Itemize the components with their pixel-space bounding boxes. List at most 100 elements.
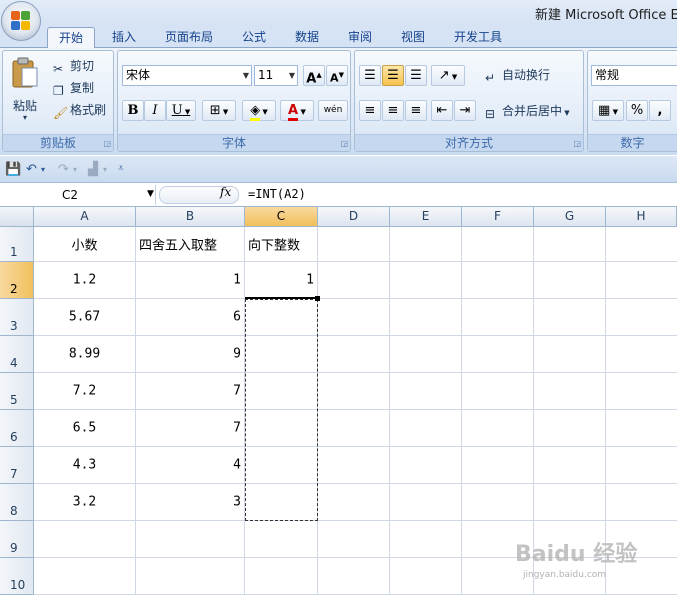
cell-b8[interactable]: 3	[136, 484, 245, 521]
cell-b1[interactable]: 四舍五入取整	[136, 227, 245, 262]
row-number: 7	[10, 467, 18, 481]
cell-a1[interactable]: 小数	[34, 227, 136, 262]
insert-function-icon[interactable]: fx	[220, 185, 231, 199]
cell-text: 1	[233, 272, 241, 288]
merge-center-button[interactable]: ⊟ 合并后居中 ▼	[485, 101, 570, 121]
font-group-label: 字体	[118, 134, 350, 151]
format-painter-button[interactable]: 🖌 格式刷	[53, 100, 106, 120]
cell-b3[interactable]: 6	[136, 299, 245, 336]
row-header-6[interactable]: 6	[0, 410, 34, 447]
empty-cells[interactable]	[34, 521, 318, 595]
cell-a3[interactable]: 5.67	[34, 299, 136, 336]
cell-b5[interactable]: 7	[136, 373, 245, 410]
bold-button[interactable]: B	[122, 100, 144, 121]
save-icon[interactable]: 💾	[5, 162, 21, 177]
column-header-a[interactable]: A	[34, 207, 136, 227]
borders-button[interactable]: ⊞ ▼	[202, 100, 236, 121]
column-header-e[interactable]: E	[390, 207, 462, 227]
chevron-down-icon[interactable]: ▾	[103, 165, 107, 174]
row-header-10[interactable]: 10	[0, 558, 34, 595]
accounting-format-button[interactable]: ▦ ▼	[592, 100, 624, 121]
column-header-b[interactable]: B	[136, 207, 245, 227]
row-header-1[interactable]: 1	[0, 227, 34, 262]
row-header-9[interactable]: 9	[0, 521, 34, 558]
increase-indent-button[interactable]: ⇥	[454, 100, 476, 121]
tab-review[interactable]: 审阅	[338, 27, 382, 48]
name-box[interactable]: C2 ▼	[2, 185, 156, 205]
grow-font-button[interactable]: A▲	[303, 65, 325, 86]
select-all-button[interactable]	[0, 207, 34, 227]
align-middle-button[interactable]: ☰	[382, 65, 404, 86]
align-bottom-button[interactable]: ☰	[405, 65, 427, 86]
cell-a4[interactable]: 8.99	[34, 336, 136, 373]
underline-icon: U	[171, 103, 183, 118]
tab-page-layout[interactable]: 页面布局	[157, 27, 221, 48]
row-header-3[interactable]: 3	[0, 299, 34, 336]
formula-input[interactable]: =INT(A2)	[248, 187, 306, 201]
row-header-4[interactable]: 4	[0, 336, 34, 373]
fill-handle[interactable]	[315, 296, 320, 301]
tab-home[interactable]: 开始	[47, 27, 95, 49]
tab-insert[interactable]: 插入	[102, 27, 146, 48]
chevron-down-icon[interactable]: ▼	[147, 189, 154, 199]
underline-button[interactable]: U ▼	[166, 100, 196, 121]
chevron-down-icon[interactable]: ▾	[41, 165, 45, 174]
redo-icon[interactable]: ↷	[58, 162, 69, 177]
cell-b7[interactable]: 4	[136, 447, 245, 484]
cell-c1[interactable]: 向下整数	[245, 227, 318, 262]
cell-a5[interactable]: 7.2	[34, 373, 136, 410]
dialog-launcher-icon[interactable]: ◲	[573, 139, 581, 148]
column-header-d[interactable]: D	[318, 207, 390, 227]
tab-developer[interactable]: 开发工具	[446, 27, 510, 48]
align-right-button[interactable]: ≡	[405, 100, 427, 121]
shrink-font-button[interactable]: A▼	[326, 65, 348, 86]
paste-button[interactable]: 粘贴 ▾	[9, 57, 43, 127]
column-header-c[interactable]: C	[245, 207, 318, 227]
cell-a7[interactable]: 4.3	[34, 447, 136, 484]
dialog-launcher-icon[interactable]: ◲	[103, 139, 111, 148]
font-color-button[interactable]: A ▼	[280, 100, 314, 121]
tab-formulas[interactable]: 公式	[232, 27, 276, 48]
row-header-8[interactable]: 8	[0, 484, 34, 521]
italic-button[interactable]: I	[144, 100, 166, 121]
cell-a8[interactable]: 3.2	[34, 484, 136, 521]
tab-data[interactable]: 数据	[285, 27, 329, 48]
align-top-button[interactable]: ☰	[359, 65, 381, 86]
dialog-launcher-icon[interactable]: ◲	[340, 139, 348, 148]
comma-style-button[interactable]: ,	[649, 100, 671, 121]
tab-view[interactable]: 视图	[391, 27, 435, 48]
percent-style-button[interactable]: %	[626, 100, 648, 121]
number-format-combo[interactable]: 常规	[591, 65, 677, 86]
wrap-text-button[interactable]: ↵ 自动换行	[485, 65, 550, 85]
fill-color-button[interactable]: ◈ ▼	[242, 100, 276, 121]
row-header-7[interactable]: 7	[0, 447, 34, 484]
font-size-combo[interactable]: 11 ▼	[254, 65, 298, 86]
cell-b2[interactable]: 1	[136, 262, 245, 299]
column-header-f[interactable]: F	[462, 207, 534, 227]
cell-a6[interactable]: 6.5	[34, 410, 136, 447]
column-header-g[interactable]: G	[534, 207, 606, 227]
chevron-down-icon[interactable]: ▾	[73, 165, 77, 174]
decrease-indent-button[interactable]: ⇤	[431, 100, 453, 121]
cell-text: 向下整数	[248, 238, 301, 254]
row-header-2[interactable]: 2	[0, 262, 34, 299]
cut-button[interactable]: ✂ 剪切	[53, 56, 94, 76]
align-left-button[interactable]: ≡	[359, 100, 381, 121]
chart-icon[interactable]: ▟	[88, 162, 98, 177]
phonetic-button[interactable]: wén	[318, 100, 348, 121]
align-center-button[interactable]: ≡	[382, 100, 404, 121]
paint-bucket-icon: ◈	[250, 103, 261, 121]
decrease-indent-icon: ⇤	[436, 103, 448, 118]
row-header-5[interactable]: 5	[0, 373, 34, 410]
cell-b6[interactable]: 7	[136, 410, 245, 447]
cell-b4[interactable]: 9	[136, 336, 245, 373]
column-header-h[interactable]: H	[606, 207, 677, 227]
orientation-button[interactable]: ↗ ▼	[431, 65, 465, 86]
font-name-combo[interactable]: 宋体 ▼	[122, 65, 252, 86]
merge-cells-icon: ⊟	[485, 107, 496, 121]
cell-a2[interactable]: 1.2	[34, 262, 136, 299]
customize-toolbar-icon[interactable]: ⩡	[118, 163, 124, 174]
copy-button[interactable]: ❐ 复制	[53, 78, 94, 98]
office-button[interactable]	[1, 1, 41, 41]
undo-icon[interactable]: ↶	[26, 162, 37, 177]
